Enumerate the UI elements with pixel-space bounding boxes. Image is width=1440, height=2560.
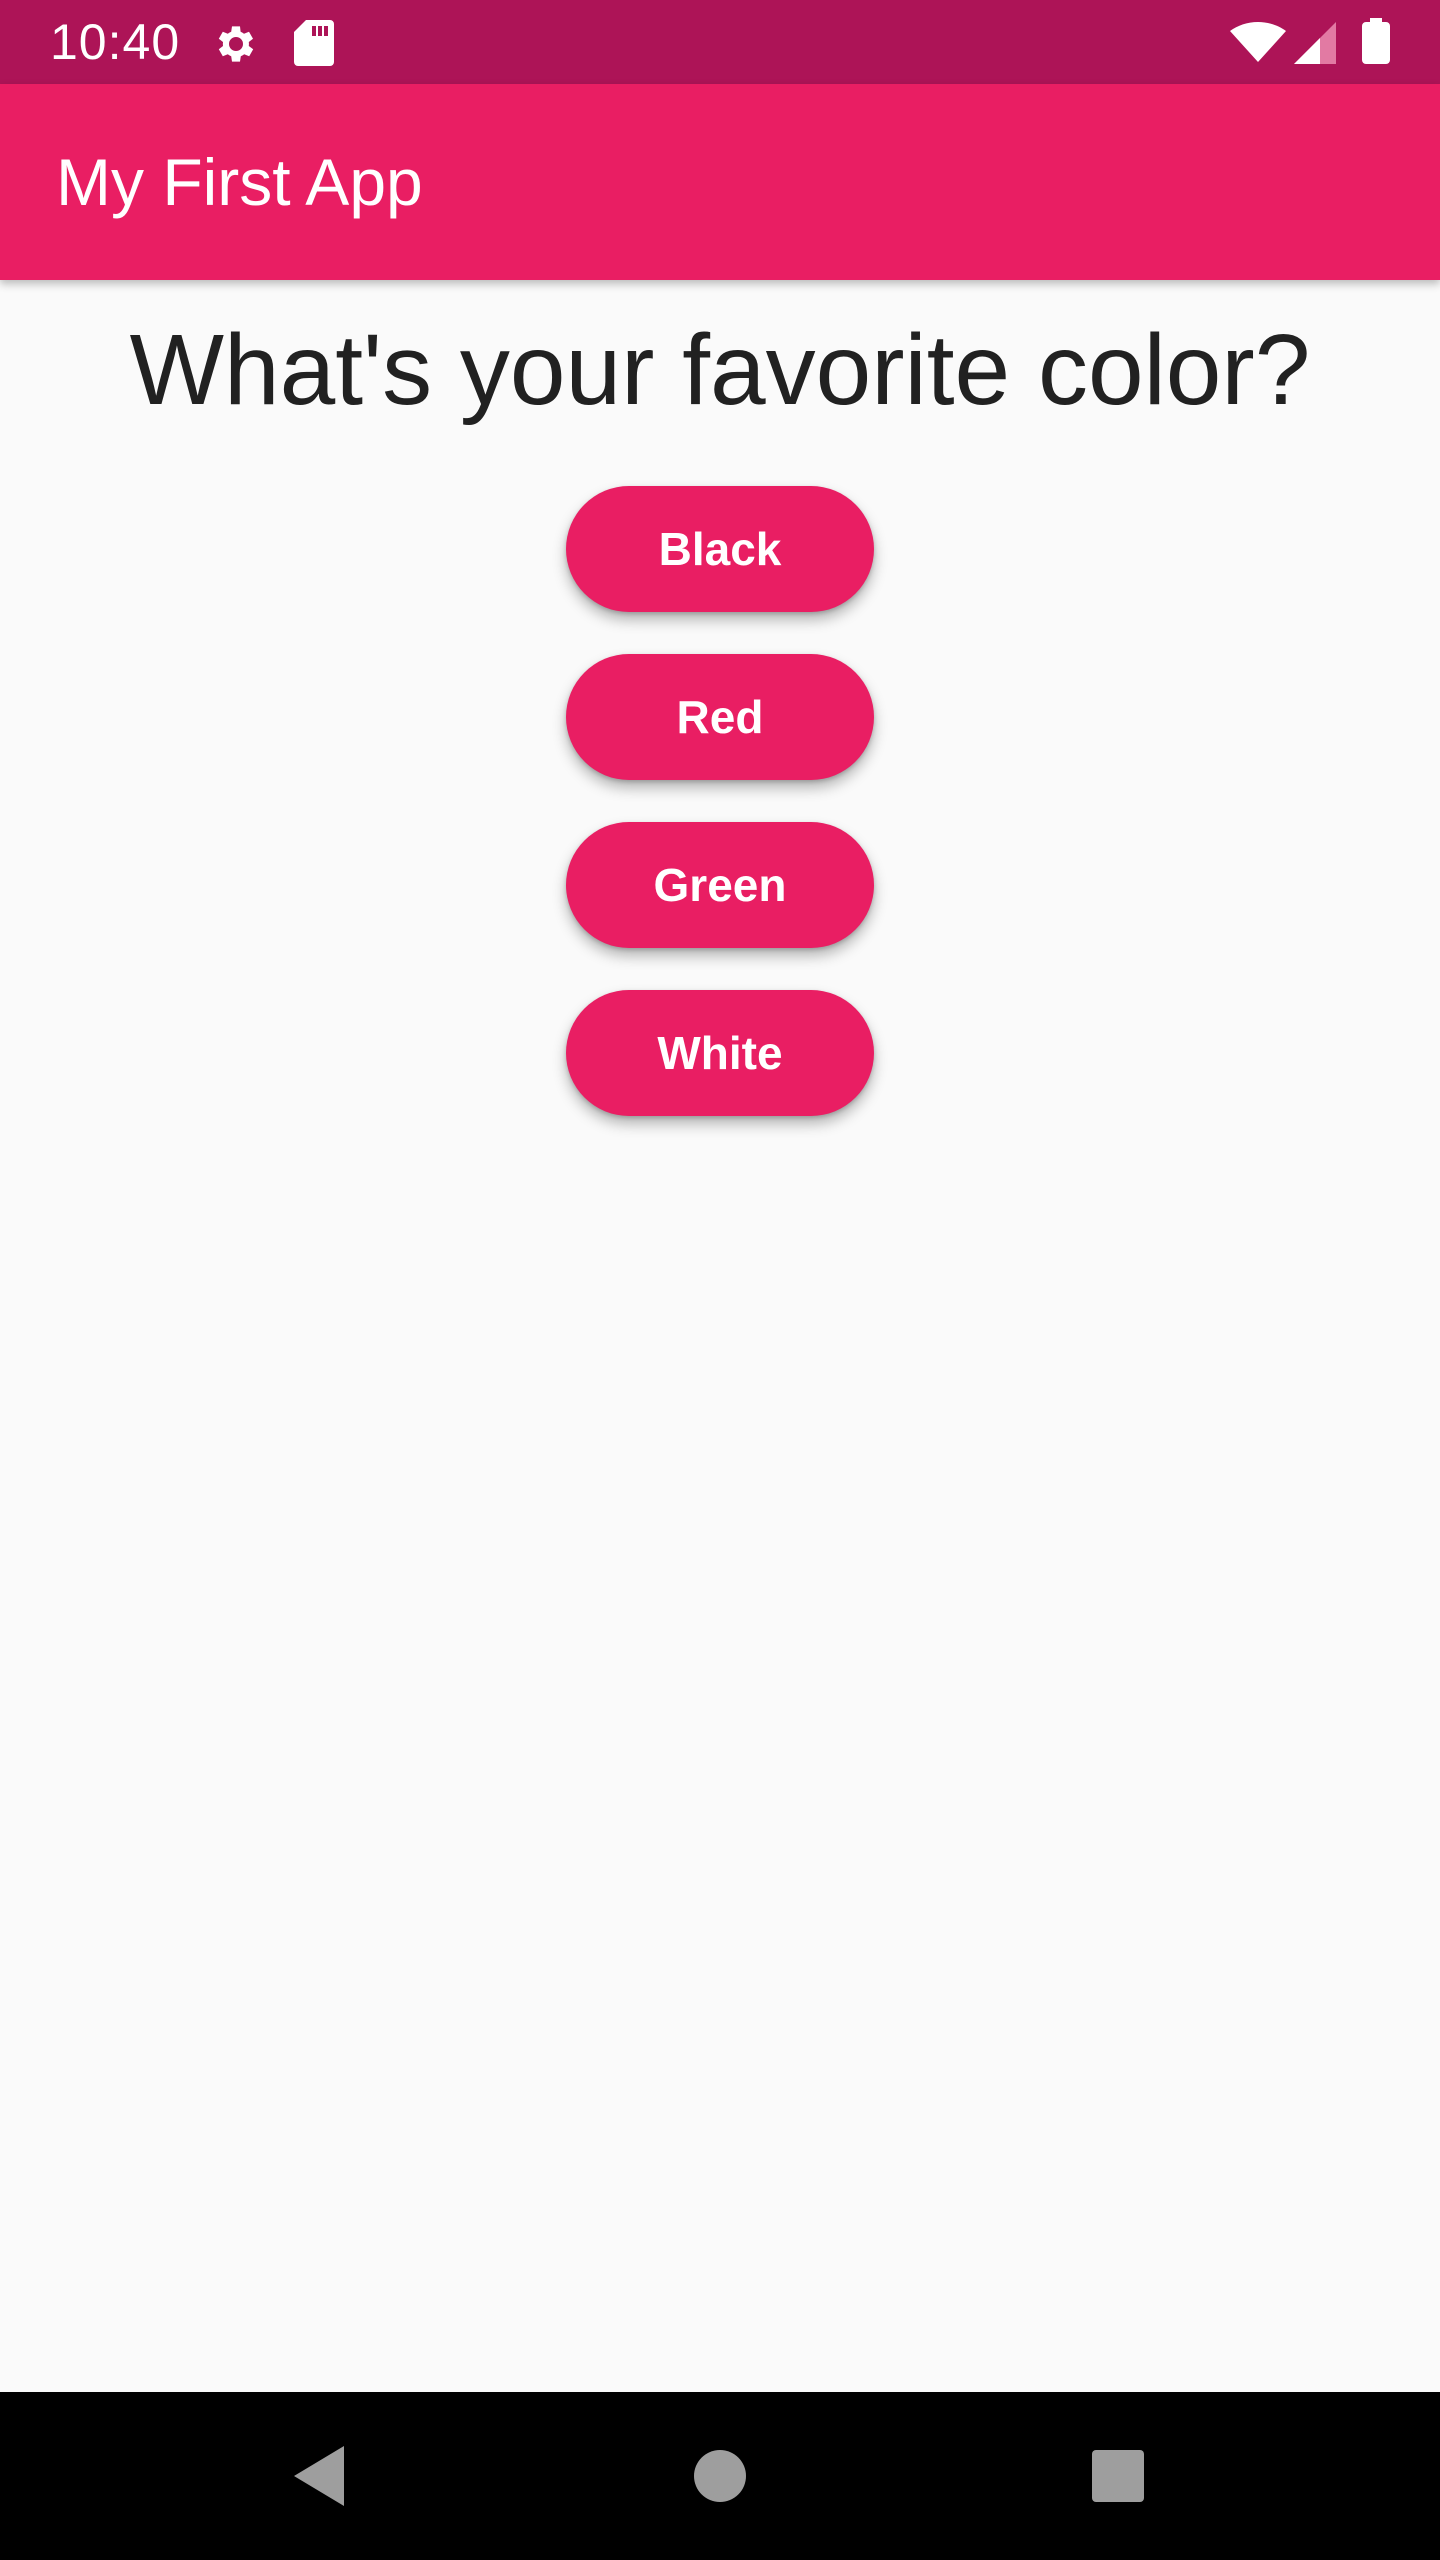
recents-icon[interactable] <box>1068 2426 1168 2526</box>
screen: 10:40 My First App What's your favorite … <box>0 0 1440 2560</box>
black-button[interactable]: Black <box>566 486 874 612</box>
back-icon[interactable] <box>270 2426 370 2526</box>
status-time: 10:40 <box>50 14 181 70</box>
gear-icon <box>218 26 254 62</box>
green-button[interactable]: Green <box>566 822 874 948</box>
battery-icon <box>1362 18 1390 64</box>
red-button[interactable]: Red <box>566 654 874 780</box>
status-bar: 10:40 <box>0 0 1440 84</box>
app-bar: My First App <box>0 84 1440 280</box>
cell-signal-icon <box>1294 22 1336 64</box>
navigation-bar <box>0 2392 1440 2560</box>
white-button[interactable]: White <box>566 990 874 1116</box>
sd-card-icon <box>294 20 334 66</box>
app-title: My First App <box>56 145 423 219</box>
home-icon[interactable] <box>670 2426 770 2526</box>
wifi-icon <box>1230 22 1286 62</box>
question-heading: What's your favorite color? <box>129 314 1311 426</box>
